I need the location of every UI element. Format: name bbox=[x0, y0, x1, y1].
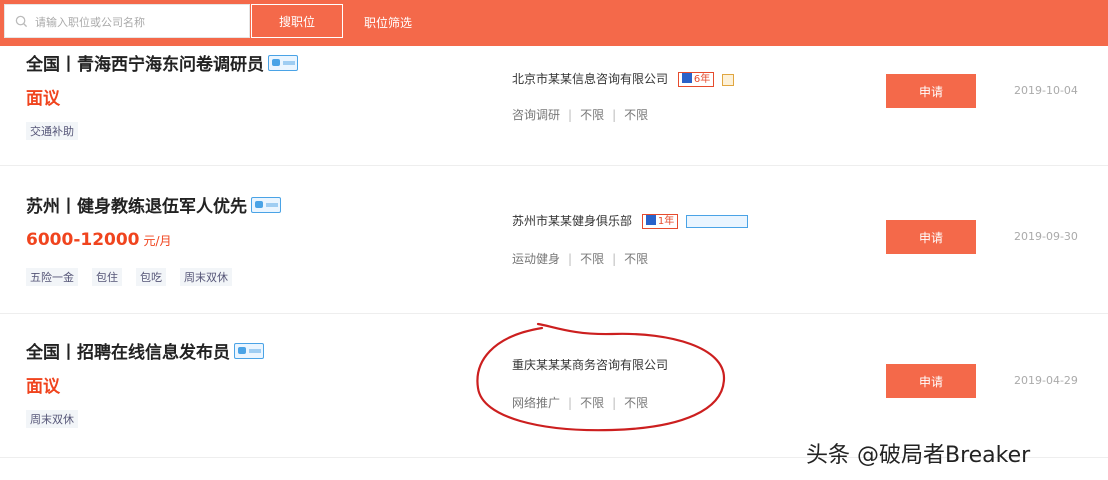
job-row: 苏州丨健身教练退伍军人优先 6000-12000 元/月 五险一金 包住 包吃 周… bbox=[0, 166, 1108, 314]
job-title[interactable]: 全国丨青海西宁海东问卷调研员 bbox=[26, 50, 298, 75]
tag: 周末双休 bbox=[180, 268, 232, 286]
company-name[interactable]: 北京市某某信息咨询有限公司 6年 bbox=[512, 70, 735, 87]
salary: 面议 bbox=[26, 89, 60, 109]
company-meta: 咨询调研 | 不限 | 不限 bbox=[512, 108, 649, 122]
chat-badge-icon bbox=[234, 343, 264, 359]
top-bar: 搜职位 职位筛选 bbox=[0, 0, 1108, 46]
verified-icon bbox=[722, 73, 735, 86]
years-badge: 1年 bbox=[641, 214, 679, 229]
years-badge: 6年 bbox=[677, 72, 715, 87]
search-box[interactable] bbox=[4, 4, 250, 38]
chat-badge-icon bbox=[268, 55, 298, 71]
tag: 交通补助 bbox=[26, 122, 78, 140]
job-title[interactable]: 苏州丨健身教练退伍军人优先 bbox=[26, 192, 281, 217]
job-title[interactable]: 全国丨招聘在线信息发布员 bbox=[26, 338, 264, 363]
post-date: 2019-04-29 bbox=[1014, 374, 1078, 387]
watermark: 头条 @破局者Breaker bbox=[806, 443, 1031, 468]
tag: 周末双休 bbox=[26, 410, 78, 428]
tag-list: 交通补助 bbox=[26, 122, 78, 140]
company-name[interactable]: 重庆某某某商务咨询有限公司 bbox=[512, 356, 668, 373]
tag-list: 五险一金 包住 包吃 周末双休 bbox=[26, 268, 232, 286]
tag: 包吃 bbox=[136, 268, 166, 286]
filter-link[interactable]: 职位筛选 bbox=[364, 14, 412, 31]
tag-list: 周末双休 bbox=[26, 410, 78, 428]
chat-badge-icon bbox=[251, 197, 281, 213]
tag: 包住 bbox=[92, 268, 122, 286]
apply-button[interactable]: 申请 bbox=[886, 74, 976, 108]
search-button[interactable]: 搜职位 bbox=[251, 4, 343, 38]
post-date: 2019-10-04 bbox=[1014, 84, 1078, 97]
verified-icon bbox=[686, 215, 749, 228]
job-row: 全国丨青海西宁海东问卷调研员 面议 交通补助 北京市某某信息咨询有限公司 6年 … bbox=[0, 46, 1108, 166]
apply-button[interactable]: 申请 bbox=[886, 220, 976, 254]
salary: 面议 bbox=[26, 377, 60, 397]
search-icon bbox=[15, 15, 28, 28]
company-meta: 网络推广 | 不限 | 不限 bbox=[512, 396, 649, 410]
search-input[interactable] bbox=[35, 10, 245, 34]
company-meta: 运动健身 | 不限 | 不限 bbox=[512, 252, 649, 266]
post-date: 2019-09-30 bbox=[1014, 230, 1078, 243]
salary: 6000-12000 元/月 bbox=[26, 230, 172, 250]
tag: 五险一金 bbox=[26, 268, 78, 286]
apply-button[interactable]: 申请 bbox=[886, 364, 976, 398]
company-name[interactable]: 苏州市某某健身俱乐部 1年 bbox=[512, 212, 749, 229]
